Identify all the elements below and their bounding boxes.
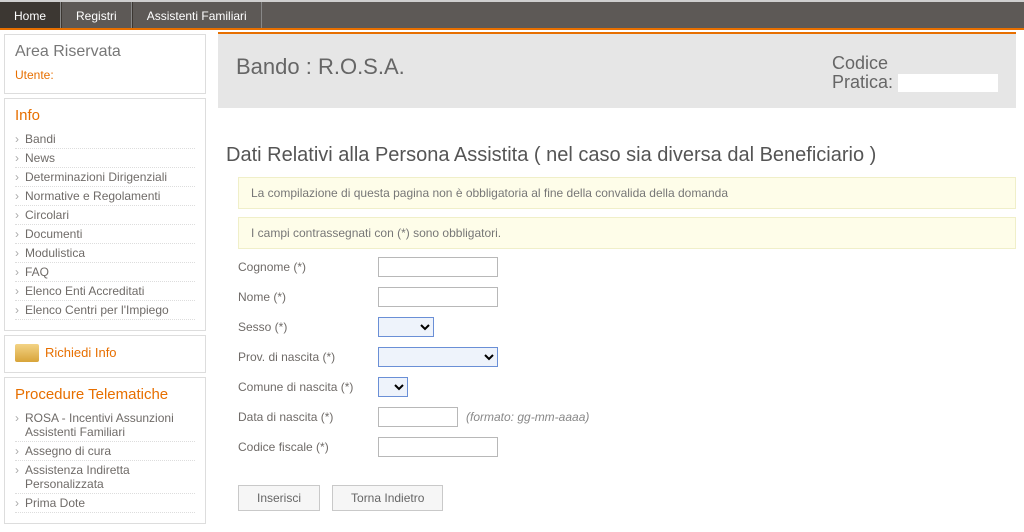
procedure-box: Procedure Telematiche ROSA - Incentivi A… (4, 377, 206, 524)
nav-assistenti[interactable]: Assistenti Familiari (132, 2, 262, 28)
input-codice-fiscale[interactable] (378, 437, 498, 457)
info-item-bandi[interactable]: Bandi (15, 130, 195, 149)
input-data-nascita[interactable] (378, 407, 458, 427)
label-nome: Nome (*) (238, 290, 378, 304)
bando-title: Bando : R.O.S.A. (236, 54, 405, 80)
label-data: Data di nascita (*) (238, 410, 378, 424)
label-cognome: Cognome (*) (238, 260, 378, 274)
area-riservata-box: Area Riservata Utente: (4, 34, 206, 94)
proc-item-rosa[interactable]: ROSA - Incentivi Assunzioni Assistenti F… (15, 409, 195, 442)
info-item-normative[interactable]: Normative e Regolamenti (15, 187, 195, 206)
label-prov: Prov. di nascita (*) (238, 350, 378, 364)
input-nome[interactable] (378, 287, 498, 307)
top-nav: Home Registri Assistenti Familiari (0, 0, 1024, 30)
notice-optional: La compilazione di questa pagina non è o… (238, 177, 1016, 209)
info-item-documenti[interactable]: Documenti (15, 225, 195, 244)
header-band: Bando : R.O.S.A. Codice Pratica: (218, 32, 1016, 108)
richiedi-box: Richiedi Info (4, 335, 206, 373)
info-item-faq[interactable]: FAQ (15, 263, 195, 282)
info-item-enti[interactable]: Elenco Enti Accreditati (15, 282, 195, 301)
label-cf: Codice fiscale (*) (238, 440, 378, 454)
proc-item-primadote[interactable]: Prima Dote (15, 494, 195, 513)
info-title: Info (15, 107, 195, 124)
nav-home[interactable]: Home (0, 2, 61, 28)
utente-label: Utente: (15, 68, 54, 82)
utente-value (57, 69, 101, 83)
label-sesso: Sesso (*) (238, 320, 378, 334)
mail-icon (15, 344, 39, 362)
date-format-hint: (formato: gg-mm-aaaa) (466, 410, 589, 424)
codice-label-1: Codice (832, 53, 888, 73)
input-cognome[interactable] (378, 257, 498, 277)
torna-indietro-button[interactable]: Torna Indietro (332, 485, 443, 511)
select-sesso[interactable] (378, 317, 434, 337)
codice-label-2: Pratica: (832, 72, 893, 92)
area-riservata-title: Area Riservata (15, 43, 195, 61)
codice-pratica: Codice Pratica: (832, 54, 998, 92)
info-item-centri[interactable]: Elenco Centri per l'Impiego (15, 301, 195, 320)
info-item-determinazioni[interactable]: Determinazioni Dirigenziali (15, 168, 195, 187)
info-box: Info Bandi News Determinazioni Dirigenzi… (4, 98, 206, 331)
procedure-title: Procedure Telematiche (15, 386, 195, 403)
notice-required: I campi contrassegnati con (*) sono obbl… (238, 217, 1016, 249)
nav-registri[interactable]: Registri (61, 2, 132, 28)
select-comune[interactable] (378, 377, 408, 397)
select-provincia[interactable] (378, 347, 498, 367)
proc-item-assistenza[interactable]: Assistenza Indiretta Personalizzata (15, 461, 195, 494)
info-item-news[interactable]: News (15, 149, 195, 168)
label-comune: Comune di nascita (*) (238, 380, 378, 394)
richiedi-info-link[interactable]: Richiedi Info (45, 345, 117, 360)
info-item-modulistica[interactable]: Modulistica (15, 244, 195, 263)
inserisci-button[interactable]: Inserisci (238, 485, 320, 511)
page-title: Dati Relativi alla Persona Assistita ( n… (226, 144, 1016, 167)
proc-item-assegno[interactable]: Assegno di cura (15, 442, 195, 461)
info-item-circolari[interactable]: Circolari (15, 206, 195, 225)
codice-value (898, 74, 998, 92)
